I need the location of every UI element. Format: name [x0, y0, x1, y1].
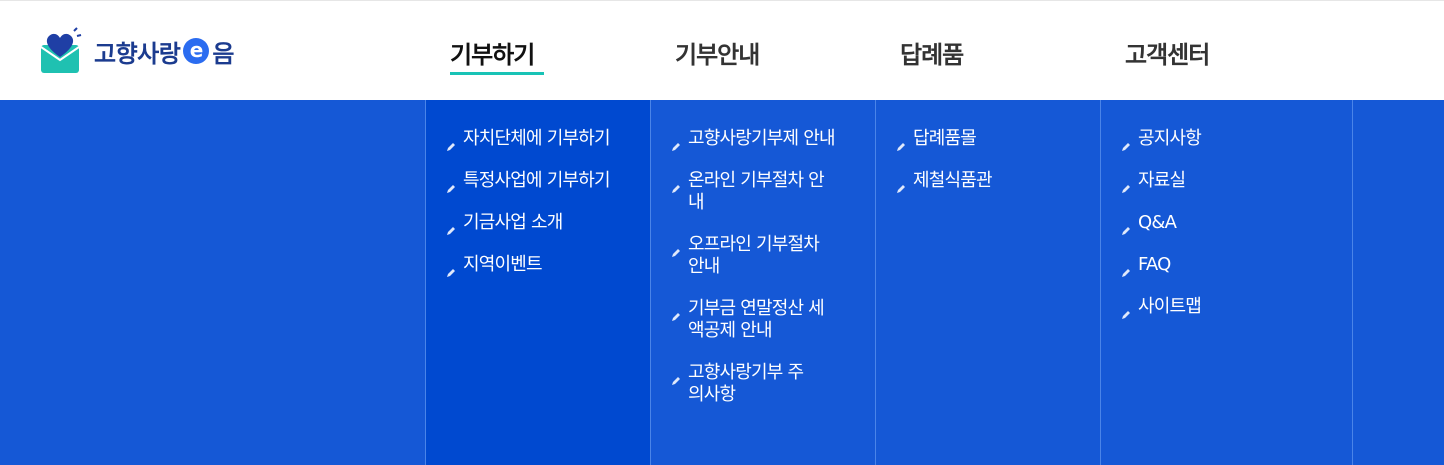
submenu-item-label: 사이트맵 [1138, 296, 1202, 317]
submenu-donate-list: 자치단체에 기부하기 특정사업에 기부하기 기금사업 소개 지역이벤트 [446, 128, 648, 296]
gnb-item-donate[interactable]: 기부하기 [450, 35, 535, 70]
submenu-item-label: 고향사랑기부 주의사항 [688, 362, 804, 405]
submenu-item-label: 자치단체에 기부하기 [463, 128, 611, 149]
submenu-item[interactable]: 답례품몰 [896, 128, 1098, 151]
submenu-item[interactable]: 자료실 [1121, 170, 1323, 193]
pencil-icon [1121, 262, 1131, 277]
gnb-item-gift[interactable]: 답례품 [900, 35, 964, 70]
active-nav-underline [450, 72, 544, 75]
submenu-item[interactable]: 지역이벤트 [446, 254, 648, 277]
submenu-item[interactable]: 공지사항 [1121, 128, 1323, 151]
submenu-item[interactable]: 사이트맵 [1121, 296, 1323, 319]
pencil-icon [446, 262, 456, 277]
submenu-item[interactable]: 제철식품관 [896, 170, 1098, 193]
submenu-guide: 고향사랑기부제 안내 온라인 기부절차 안내 오프라인 기부절차 안내 기부금 … [650, 100, 875, 465]
submenu-item[interactable]: 기부금 연말정산 세액공제 안내 [671, 298, 838, 342]
pencil-icon [1121, 178, 1131, 193]
submenu-item-label: 특정사업에 기부하기 [463, 170, 611, 191]
submenu-item[interactable]: 기금사업 소개 [446, 212, 648, 235]
gnb-item-guide[interactable]: 기부안내 [675, 35, 760, 70]
submenu-item-label: 고향사랑기부제 안내 [688, 128, 836, 149]
submenu-gift-list: 답례품몰 제철식품관 [896, 128, 1098, 212]
submenu-item[interactable]: Q&A [1121, 212, 1323, 235]
column-divider [1352, 100, 1353, 465]
site-logo-text: 고향사랑 e 음 [94, 34, 234, 69]
site-header: 고향사랑 e 음 기부하기 기부안내 답례품 고객센터 [0, 0, 1444, 100]
submenu-item[interactable]: 특정사업에 기부하기 [446, 170, 648, 193]
pencil-icon [671, 136, 681, 151]
submenu-item-label: 온라인 기부절차 안내 [688, 170, 825, 213]
pencil-icon [446, 178, 456, 193]
submenu-item-label: Q&A [1138, 212, 1177, 233]
submenu-item[interactable]: FAQ [1121, 254, 1323, 277]
pencil-icon [896, 136, 906, 151]
submenu-support-list: 공지사항 자료실 Q&A FAQ 사이트맵 [1121, 128, 1323, 338]
pencil-icon [446, 220, 456, 235]
logo-text-part1: 고향사랑 [94, 39, 181, 68]
mega-menu: 자치단체에 기부하기 특정사업에 기부하기 기금사업 소개 지역이벤트 고향사랑… [0, 100, 1444, 465]
submenu-item[interactable]: 오프라인 기부절차 안내 [671, 234, 838, 278]
submenu-item-label: 기부금 연말정산 세액공제 안내 [688, 298, 825, 341]
pencil-icon [671, 178, 681, 193]
pencil-icon [1121, 304, 1131, 319]
submenu-support: 공지사항 자료실 Q&A FAQ 사이트맵 [1100, 100, 1353, 465]
site-logo[interactable]: 고향사랑 e 음 [40, 27, 234, 75]
pencil-icon [671, 242, 681, 257]
submenu-guide-list: 고향사랑기부제 안내 온라인 기부절차 안내 오프라인 기부절차 안내 기부금 … [671, 128, 873, 426]
submenu-item[interactable]: 고향사랑기부제 안내 [671, 128, 873, 151]
logo-e-mark: e [183, 38, 210, 64]
submenu-item-label: 공지사항 [1138, 128, 1202, 149]
submenu-item-label: 제철식품관 [913, 170, 993, 191]
submenu-donate: 자치단체에 기부하기 특정사업에 기부하기 기금사업 소개 지역이벤트 [425, 100, 650, 465]
pencil-icon [671, 370, 681, 385]
pencil-icon [1121, 220, 1131, 235]
submenu-item-label: 답례품몰 [913, 128, 977, 149]
submenu-item-label: 오프라인 기부절차 안내 [688, 234, 820, 277]
pencil-icon [671, 306, 681, 321]
submenu-gift: 답례품몰 제철식품관 [875, 100, 1100, 465]
pencil-icon [1121, 136, 1131, 151]
submenu-item-label: FAQ [1138, 254, 1171, 275]
pencil-icon [896, 178, 906, 193]
submenu-item-label: 지역이벤트 [463, 254, 543, 275]
gnb-item-support[interactable]: 고객센터 [1125, 35, 1210, 70]
submenu-item-label: 자료실 [1138, 170, 1186, 191]
heart-envelope-logo-icon [40, 27, 82, 75]
submenu-item[interactable]: 고향사랑기부 주의사항 [671, 362, 808, 406]
submenu-item-label: 기금사업 소개 [463, 212, 563, 233]
logo-text-part2: 음 [212, 39, 234, 68]
submenu-item[interactable]: 온라인 기부절차 안내 [671, 170, 838, 214]
pencil-icon [446, 136, 456, 151]
submenu-item[interactable]: 자치단체에 기부하기 [446, 128, 648, 151]
